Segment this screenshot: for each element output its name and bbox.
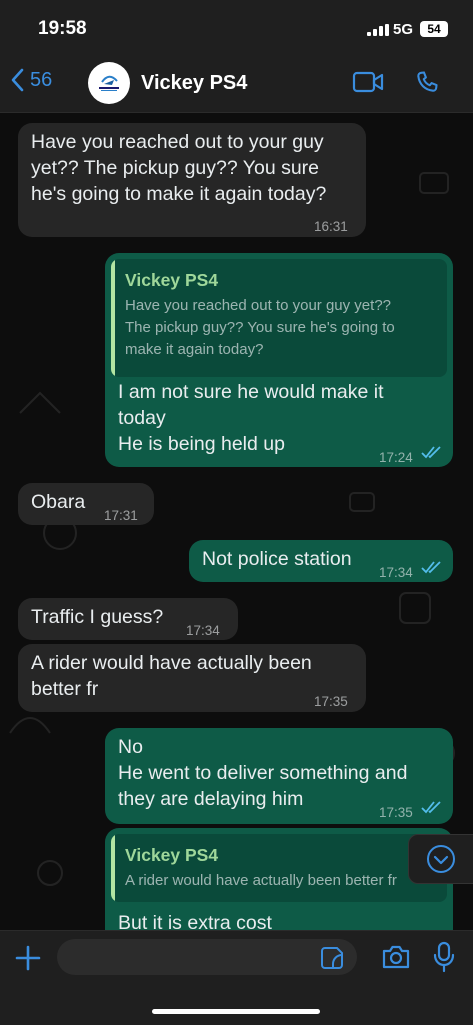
contact-avatar[interactable] — [88, 62, 130, 104]
message-time: 17:35 — [379, 805, 413, 820]
message-text: Obara — [31, 491, 86, 513]
attach-plus-button[interactable] — [14, 944, 42, 972]
message-text: Traffic I guess? — [31, 606, 164, 628]
read-receipt-icon — [421, 446, 441, 459]
message-composer — [0, 930, 473, 1025]
quote-text: Have you reached out to your guy yet?? T… — [125, 297, 395, 358]
message-bubble-outgoing[interactable]: Vickey PS4 A rider would have actually b… — [105, 828, 453, 930]
battery-level: 54 — [427, 22, 441, 36]
signal-icon — [367, 24, 389, 36]
message-text: A rider would have actually been better … — [31, 652, 312, 700]
read-receipt-icon — [421, 561, 441, 574]
network-type: 5G — [393, 21, 414, 38]
message-bubble-outgoing[interactable]: Not police station 17:34 — [189, 540, 453, 582]
message-time: 17:31 — [104, 508, 138, 523]
message-time: 17:24 — [379, 450, 413, 465]
status-time: 19:58 — [38, 18, 87, 39]
message-bubble-incoming[interactable]: A rider would have actually been better … — [18, 644, 366, 712]
scroll-to-bottom-button[interactable] — [408, 834, 473, 884]
message-bubble-incoming[interactable]: Have you reached out to your guy yet?? T… — [18, 123, 366, 237]
message-text: Not police station — [202, 548, 352, 570]
phone-call-button[interactable] — [414, 69, 440, 95]
message-bubble-outgoing[interactable]: Vickey PS4 Have you reached out to your … — [105, 253, 453, 467]
contact-name[interactable]: Vickey PS4 — [141, 72, 247, 95]
quote-text: A rider would have actually been better … — [125, 872, 397, 889]
quote-sender: Vickey PS4 — [125, 845, 219, 865]
quote-sender: Vickey PS4 — [125, 270, 219, 290]
message-text: Have you reached out to your guy yet?? T… — [31, 131, 327, 205]
microphone-button[interactable] — [433, 941, 455, 973]
status-bar: 19:58 5G 54 — [0, 0, 473, 56]
message-time: 17:34 — [379, 565, 413, 580]
chevron-left-icon — [11, 68, 24, 92]
message-list[interactable]: Have you reached out to your guy yet?? T… — [0, 113, 473, 930]
quoted-reply[interactable]: Vickey PS4 Have you reached out to your … — [111, 259, 447, 377]
message-bubble-incoming[interactable]: Traffic I guess? 17:34 — [18, 598, 238, 640]
battery-icon: 54 — [420, 21, 448, 37]
message-bubble-outgoing[interactable]: No He went to deliver something and they… — [105, 728, 453, 824]
quote-accent-bar — [111, 259, 115, 377]
message-time: 17:35 — [314, 694, 348, 709]
message-input[interactable] — [57, 939, 357, 975]
sticker-button[interactable] — [320, 946, 344, 970]
chat-header: 56 Vickey PS4 — [0, 56, 473, 113]
read-receipt-icon — [421, 801, 441, 814]
home-indicator — [152, 1009, 320, 1014]
chevron-down-circle-icon — [427, 845, 455, 873]
camera-button[interactable] — [381, 944, 411, 970]
message-text: No He went to deliver something and they… — [118, 736, 408, 810]
back-button[interactable]: 56 — [10, 68, 52, 92]
message-time: 17:34 — [186, 623, 220, 638]
message-bubble-incoming[interactable]: Obara 17:31 — [18, 483, 154, 525]
quote-accent-bar — [111, 834, 115, 902]
video-call-button[interactable] — [352, 70, 384, 94]
message-text: But it is extra cost — [118, 912, 272, 930]
message-text: I am not sure he would make it today He … — [118, 381, 384, 455]
message-time: 16:31 — [314, 219, 348, 234]
unread-count: 56 — [30, 68, 53, 91]
business-logo-icon — [99, 75, 119, 91]
quoted-reply[interactable]: Vickey PS4 A rider would have actually b… — [111, 834, 447, 902]
